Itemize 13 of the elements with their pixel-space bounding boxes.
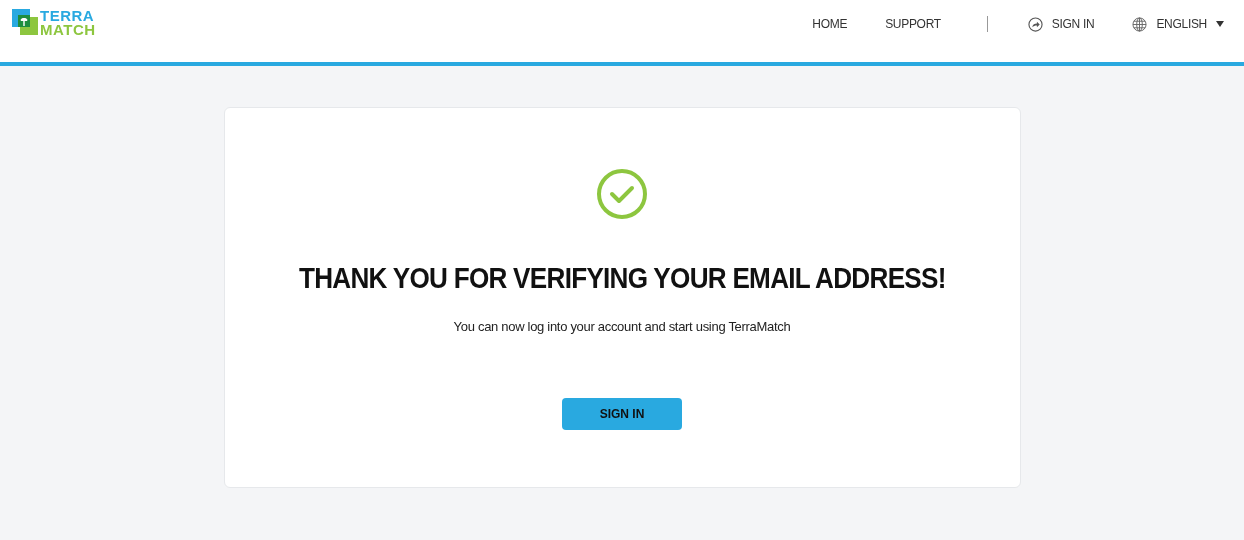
check-circle-icon [596,168,648,220]
message-text: You can now log into your account and start using TerraMatch [453,319,791,334]
logo-text: TERRA [40,9,96,23]
language-selector[interactable]: ENGLISH [1132,16,1224,32]
sign-in-link[interactable]: SIGN IN [1027,16,1095,32]
globe-icon [1132,16,1148,32]
logo-icon [12,9,38,35]
heading: THANK YOU FOR VERIFYING YOUR EMAIL ADDRESS! [298,262,946,295]
caret-icon [1216,21,1224,27]
nav-link[interactable]: HOME [812,17,848,31]
logo-text: MATCH [40,23,96,37]
sign-in-button[interactable]: SIGN IN [562,398,682,430]
nav-link[interactable]: SUPPORT [885,17,941,31]
